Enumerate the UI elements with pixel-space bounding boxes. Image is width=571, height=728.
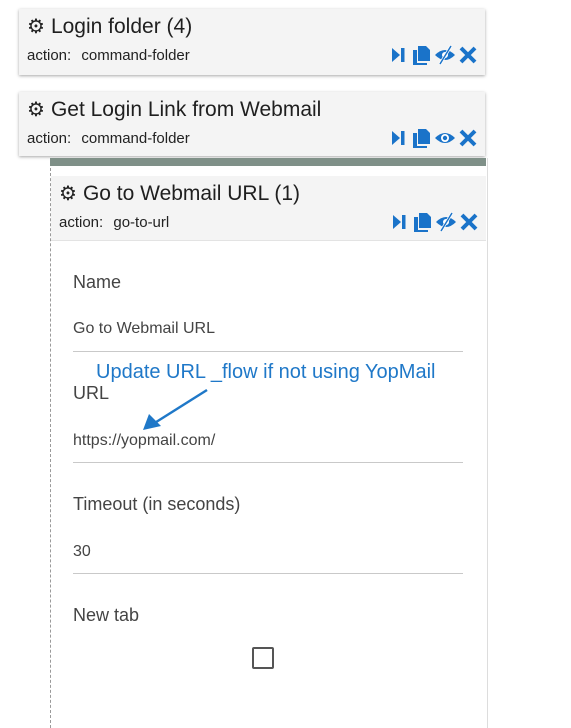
gear-icon[interactable]: ⚙ [27, 100, 45, 120]
timeout-underline [73, 573, 463, 574]
url-input[interactable]: https://yopmail.com/ [73, 432, 215, 450]
card-action: action: go-to-url [59, 214, 170, 231]
annotation-text: Update URL _flow if not using YopMail [96, 361, 436, 383]
hide-eye-icon[interactable] [434, 45, 456, 65]
timeout-label: Timeout (in seconds) [73, 494, 241, 514]
card-title: ⚙ Go to Webmail URL (1) [59, 182, 301, 205]
url-underline [73, 462, 463, 463]
delete-icon[interactable] [459, 129, 477, 147]
url-label: URL [73, 383, 110, 403]
run-to-here-icon[interactable] [390, 46, 408, 64]
gear-icon[interactable]: ⚙ [59, 184, 77, 204]
new-tab-label: New tab [73, 605, 140, 625]
drop-zone-bar [50, 158, 486, 166]
card-title: ⚙ Login folder (4) [27, 15, 193, 38]
timeout-input[interactable]: 30 [73, 543, 91, 561]
card-toolbar [390, 45, 477, 65]
run-to-here-icon[interactable] [391, 213, 409, 231]
name-label: Name [73, 272, 122, 292]
card-toolbar [391, 212, 478, 232]
eye-icon[interactable] [434, 128, 456, 148]
command-card-login-folder[interactable]: ⚙ Login folder (4) action: command-folde… [19, 9, 485, 75]
annotation-arrow-icon [143, 388, 208, 430]
hide-eye-icon[interactable] [435, 212, 457, 232]
name-input[interactable]: Go to Webmail URL [73, 320, 215, 338]
gear-icon[interactable]: ⚙ [27, 17, 45, 37]
command-card-go-to-webmail-url[interactable]: ⚙ Go to Webmail URL (1) action: go-to-ur… [51, 176, 486, 241]
run-to-here-icon[interactable] [390, 129, 408, 147]
name-underline [73, 351, 463, 352]
delete-icon[interactable] [459, 46, 477, 64]
card-toolbar [390, 128, 477, 148]
card-action: action: command-folder [27, 130, 190, 147]
copy-icon[interactable] [411, 45, 431, 65]
new-tab-checkbox[interactable] [252, 647, 274, 669]
command-card-get-login-link[interactable]: ⚙ Get Login Link from Webmail action: co… [19, 92, 485, 156]
delete-icon[interactable] [460, 213, 478, 231]
copy-icon[interactable] [412, 212, 432, 232]
copy-icon[interactable] [411, 128, 431, 148]
card-action: action: command-folder [27, 47, 190, 64]
card-title: ⚙ Get Login Link from Webmail [27, 98, 322, 121]
